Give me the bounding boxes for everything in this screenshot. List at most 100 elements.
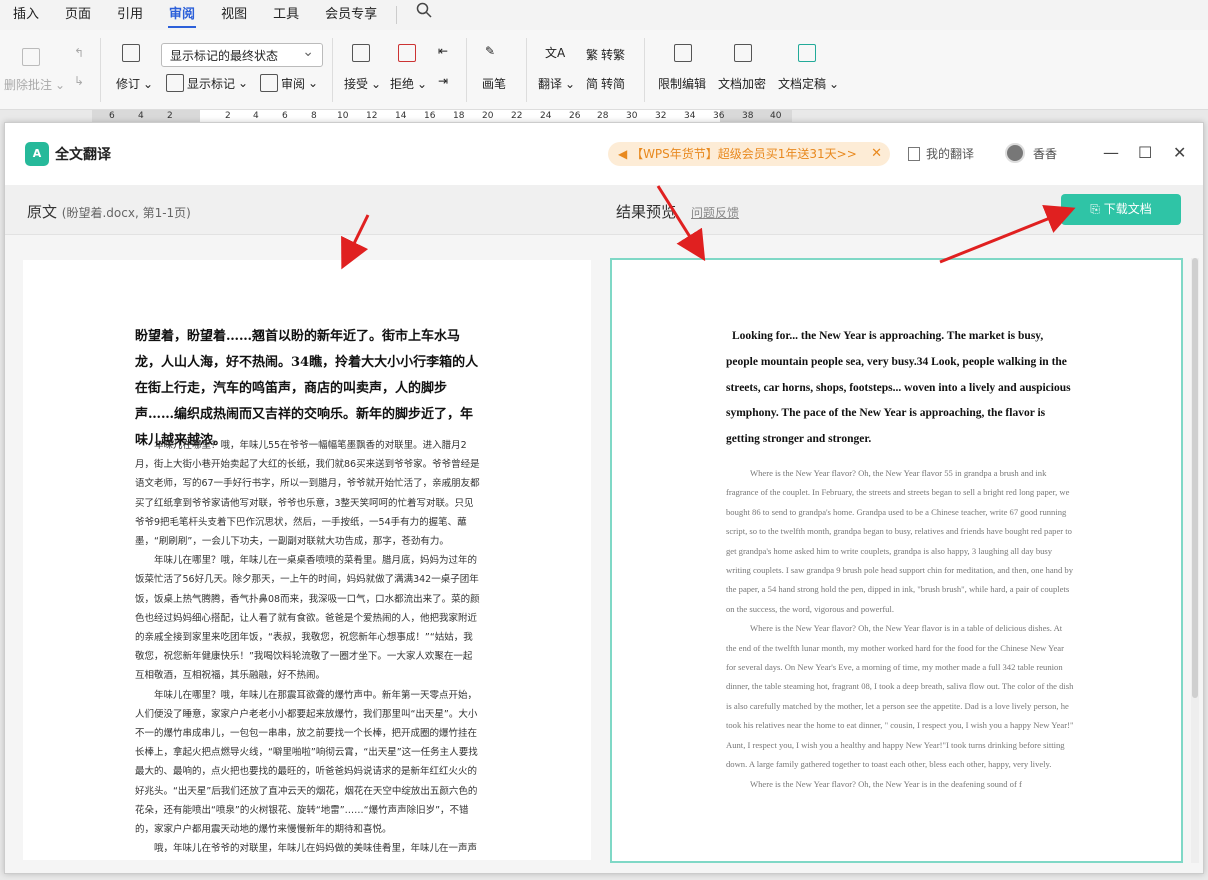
download-document-button[interactable]: ⎘ 下载文档 <box>1061 194 1181 225</box>
pen-label: 画笔 <box>482 77 507 91</box>
menu-page[interactable]: 页面 <box>52 0 104 30</box>
delete-comment-button[interactable]: 删除批注 ⌄ <box>4 76 65 93</box>
original-file-info: (盼望着.docx, 第1-1页) <box>61 206 191 220</box>
menu-member[interactable]: 会员专享 <box>312 0 390 30</box>
original-paragraph: 年味儿在哪里？哦，年味儿在一桌桌香喷喷的菜肴里。腊月底，妈妈为过年的饭菜忙活了5… <box>135 555 480 682</box>
download-icon: ⎘ <box>1090 202 1104 216</box>
translated-page[interactable]: Looking for... the New Year is approachi… <box>610 258 1183 863</box>
translate-label: 翻译 <box>538 77 563 91</box>
prev-comment-icon[interactable]: ↰ <box>74 46 84 60</box>
dialog-header: A 全文翻译 ◀ 【WPS年货节】超级会员买1年送31天>> ✕ 我的翻译 香香… <box>5 123 1203 185</box>
menu-bar: 插入 页面 引用 审阅 视图 工具 会员专享 <box>0 0 1208 30</box>
original-page[interactable]: 盼望着，盼望着……翘首以盼的新年近了。街市上车水马龙，人山人海，好不热闹。34瞧… <box>23 260 591 860</box>
menu-tools[interactable]: 工具 <box>260 0 312 30</box>
translated-paragraph: Where is the New Year flavor? Oh, the Ne… <box>726 623 1074 770</box>
divider <box>466 38 467 102</box>
ruler-tick: 2 <box>167 111 173 121</box>
review-pane-button[interactable]: 审阅 ⌄ <box>260 74 318 92</box>
doc-encrypt-button[interactable]: 文档加密 <box>718 75 766 92</box>
download-label: 下载文档 <box>1103 202 1152 216</box>
translate-logo-icon: A <box>25 142 49 166</box>
original-label: 原文 <box>27 203 58 221</box>
original-paragraph: 年味儿在哪里？哦，年味儿55在爷爷一幅幅笔墨飘香的对联里。进入腊月2月，街上大街… <box>135 440 480 548</box>
accept-button[interactable]: 接受 ⌄ <box>344 75 381 92</box>
ruler-tick: 6 <box>282 111 288 121</box>
translate-button[interactable]: 翻译 ⌄ <box>538 75 575 92</box>
user-account[interactable]: 香香 <box>1005 143 1057 163</box>
menu-reference[interactable]: 引用 <box>104 0 156 30</box>
menu-divider <box>396 6 398 24</box>
feedback-link[interactable]: 问题反馈 <box>691 204 739 221</box>
ruler-tick: 26 <box>569 111 581 121</box>
delete-comment-label: 删除批注 <box>4 78 53 92</box>
ruler-tick: 38 <box>742 111 754 121</box>
previous-change-icon[interactable]: ⇤ <box>438 44 448 58</box>
menu-review[interactable]: 审阅 <box>156 0 208 30</box>
doc-encrypt-icon <box>734 44 752 62</box>
next-change-icon[interactable]: ⇥ <box>438 74 448 88</box>
user-name: 香香 <box>1033 146 1058 161</box>
review-pane-label: 审阅 <box>281 76 306 91</box>
divider <box>644 38 645 102</box>
ruler-tick: 14 <box>395 111 407 121</box>
divider <box>100 38 101 102</box>
doc-finalize-button[interactable]: 文档定稿 ⌄ <box>778 75 839 92</box>
pen-button[interactable]: 画笔 <box>482 75 506 92</box>
review-pane-icon <box>260 74 278 92</box>
ruler-tick: 12 <box>366 111 378 121</box>
ruler-tick: 10 <box>337 111 349 121</box>
track-changes-button[interactable]: 修订 ⌄ <box>116 75 153 92</box>
ribbon-toolbar: 删除批注⌄ ↰ ↳ 修订⌄ 显示标记的最终状态 显示标记⌄ 审阅⌄ 接受⌄ 拒绝… <box>0 30 1208 110</box>
divider <box>526 38 527 102</box>
ruler-tick: 18 <box>453 111 465 121</box>
next-comment-icon[interactable]: ↳ <box>74 74 84 88</box>
close-icon[interactable]: ✕ <box>1173 143 1186 162</box>
ruler-tick: 34 <box>684 111 696 121</box>
my-translation-label: 我的翻译 <box>926 147 975 161</box>
restrict-edit-button[interactable]: 限制编辑 <box>658 75 706 92</box>
show-markup-button[interactable]: 显示标记 ⌄ <box>166 74 248 92</box>
restrict-edit-icon <box>674 44 692 62</box>
search-icon[interactable] <box>403 0 445 30</box>
reject-button[interactable]: 拒绝 ⌄ <box>390 75 427 92</box>
markup-state-select[interactable]: 显示标记的最终状态 <box>161 43 323 67</box>
to-traditional-button[interactable]: 繁转繁 <box>586 46 625 63</box>
scrollbar-thumb[interactable] <box>1192 258 1198 698</box>
ruler-tick: 28 <box>597 111 609 121</box>
minimize-icon[interactable]: — <box>1103 143 1119 162</box>
promo-banner[interactable]: ◀ 【WPS年货节】超级会员买1年送31天>> ✕ <box>608 142 890 166</box>
to-simplified-button[interactable]: 简转简 <box>586 75 625 92</box>
ruler-tick: 6 <box>109 111 115 121</box>
ruler-tick: 16 <box>424 111 436 121</box>
close-promo-icon[interactable]: ✕ <box>871 142 882 166</box>
original-heading: 盼望着，盼望着……翘首以盼的新年近了。街市上车水马龙，人山人海，好不热闹。34瞧… <box>135 329 479 448</box>
reject-icon <box>398 44 416 62</box>
menu-view[interactable]: 视图 <box>208 0 260 30</box>
restrict-edit-label: 限制编辑 <box>658 77 707 91</box>
speaker-icon: ◀ <box>618 147 628 161</box>
result-preview-label: 结果预览 <box>616 203 677 221</box>
markup-state-value: 显示标记的最终状态 <box>170 49 279 63</box>
preview-scrollbar[interactable] <box>1191 258 1199 863</box>
pen-icon: ✎ <box>485 44 496 58</box>
divider <box>332 38 333 102</box>
translated-paragraph: Where is the New Year flavor? Oh, the Ne… <box>726 468 1074 614</box>
my-translation-button[interactable]: 我的翻译 <box>908 145 974 162</box>
promo-text: 【WPS年货节】超级会员买1年送31天>> <box>631 147 857 161</box>
original-paragraph: 哦，年味儿在爷爷的对联里，年味儿在妈妈做的美味佳肴里，年味儿在一声声 <box>154 843 478 855</box>
show-markup-label: 显示标记 <box>187 76 236 91</box>
to-traditional-icon: 繁 <box>586 48 599 62</box>
translated-paragraph: Where is the New Year flavor? Oh, the Ne… <box>750 778 1022 789</box>
doc-finalize-label: 文档定稿 <box>778 77 827 91</box>
ruler-tick: 4 <box>138 111 144 121</box>
accept-icon <box>352 44 370 62</box>
document-icon <box>908 146 920 161</box>
maximize-icon[interactable]: ☐ <box>1138 143 1152 162</box>
menu-insert[interactable]: 插入 <box>0 0 52 30</box>
ruler-tick: 2 <box>225 111 231 121</box>
to-traditional-label: 转繁 <box>601 48 626 62</box>
avatar <box>1005 143 1025 163</box>
ruler-tick: 20 <box>482 111 494 121</box>
accept-label: 接受 <box>344 77 369 91</box>
ruler-tick: 8 <box>311 111 317 121</box>
